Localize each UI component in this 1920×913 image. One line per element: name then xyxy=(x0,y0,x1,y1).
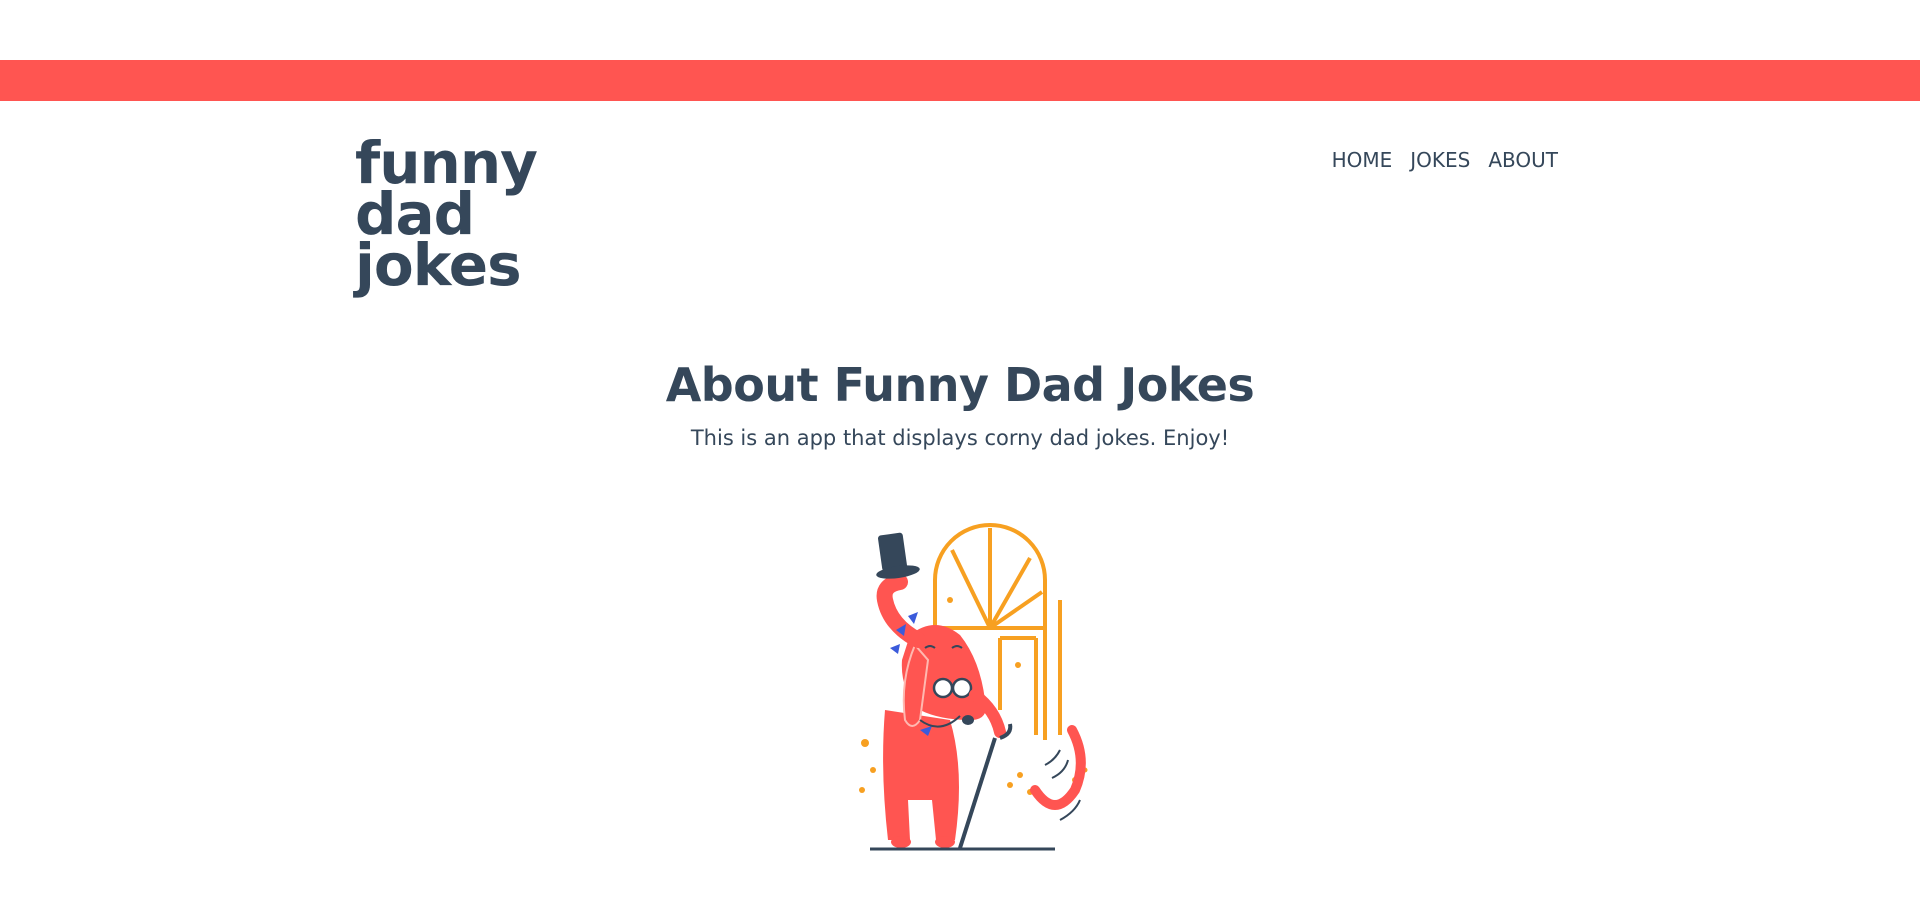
nav-about-link[interactable]: ABOUT xyxy=(1488,148,1558,172)
top-accent-stripe xyxy=(0,60,1920,101)
nav-home-link[interactable]: HOME xyxy=(1332,148,1393,172)
page-description: This is an app that displays corny dad j… xyxy=(690,426,1230,450)
page-title: About Funny Dad Jokes xyxy=(665,358,1255,412)
main-nav: HOME JOKES ABOUT xyxy=(1332,148,1558,172)
nav-jokes-link[interactable]: JOKES xyxy=(1410,148,1470,172)
site-logo[interactable]: funny dad jokes xyxy=(355,134,575,294)
dog-illustration xyxy=(840,520,1100,860)
bowing-dog-icon xyxy=(859,523,1088,851)
